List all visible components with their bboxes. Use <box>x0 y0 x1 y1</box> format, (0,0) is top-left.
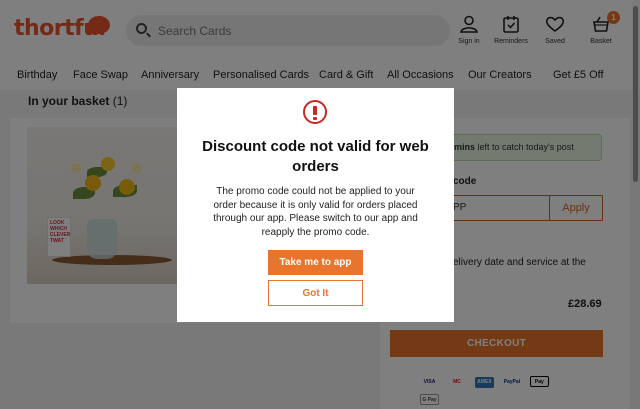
modal-message: The promo code could not be applied to y… <box>213 186 418 238</box>
discount-error-modal: Discount code not valid for web orders T… <box>177 88 454 322</box>
alert-icon <box>303 100 327 124</box>
modal-title: Discount code not valid for web orders <box>202 138 429 175</box>
got-it-button[interactable]: Got It <box>268 280 363 306</box>
take-me-to-app-button[interactable]: Take me to app <box>268 250 363 275</box>
